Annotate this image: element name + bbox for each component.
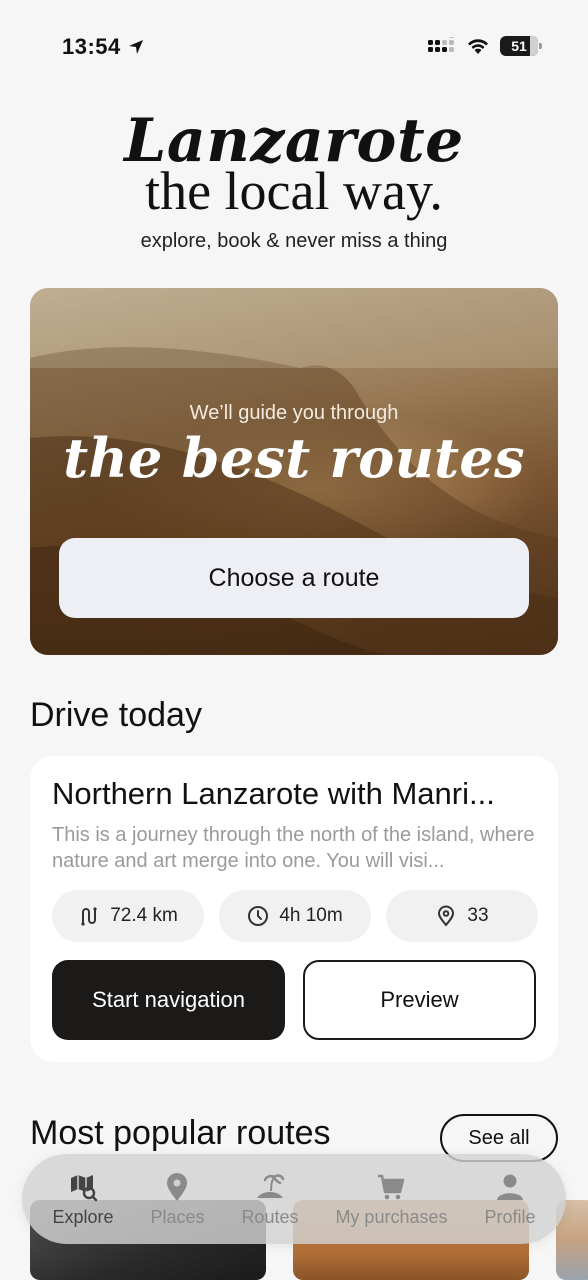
- choose-route-button[interactable]: Choose a route: [59, 538, 529, 618]
- drive-today-title: Drive today: [30, 696, 202, 734]
- person-icon: [496, 1174, 523, 1200]
- nav-explore[interactable]: Explore: [52, 1171, 114, 1228]
- nav-profile-label: Profile: [484, 1206, 536, 1227]
- route-title: Northern Lanzarote with Manri...: [52, 776, 495, 811]
- nav-places[interactable]: Places: [150, 1171, 204, 1228]
- duration-chip: 4h 10m: [219, 890, 371, 942]
- stops-value: 33: [467, 905, 489, 926]
- route-distance-icon: [81, 907, 97, 926]
- location-pin-icon: [167, 1172, 188, 1201]
- nav-routes-label: Routes: [241, 1206, 299, 1227]
- tagline: explore, book & never miss a thing: [140, 230, 448, 252]
- hero-subtitle: We’ll guide you through: [189, 402, 399, 424]
- duration-value: 4h 10m: [279, 905, 343, 926]
- map-search-icon: [70, 1174, 98, 1201]
- time-label: 13:54: [62, 34, 121, 59]
- nav-profile[interactable]: Profile: [484, 1171, 535, 1228]
- status-icons: 51: [428, 36, 542, 56]
- route-card[interactable]: Northern Lanzarote with Manri... This is…: [30, 756, 558, 1062]
- location-pin-icon: [438, 905, 455, 927]
- brand-subtitle: the local way.: [145, 161, 443, 221]
- status-time: 13:54: [62, 34, 145, 60]
- nav-routes[interactable]: Routes: [241, 1171, 298, 1228]
- location-arrow-icon: [128, 40, 143, 54]
- distance-chip: 72.4 km: [52, 890, 204, 942]
- nav-my-purchases[interactable]: My purchases: [335, 1171, 447, 1228]
- route-description: This is a journey through the north of t…: [52, 824, 535, 872]
- clock-icon: [248, 906, 269, 926]
- distance-value: 72.4 km: [110, 905, 178, 926]
- stops-chip: 33: [386, 890, 538, 942]
- bottom-nav: Explore Places Routes My purchases Profi…: [22, 1154, 566, 1244]
- nav-my-purchases-label: My purchases: [335, 1206, 448, 1227]
- status-bar: 13:54 51: [0, 0, 588, 96]
- nav-places-label: Places: [150, 1206, 205, 1227]
- hero-banner[interactable]: We’ll guide you through the best routes …: [30, 288, 558, 655]
- preview-button[interactable]: Preview: [303, 960, 536, 1040]
- cart-icon: [378, 1174, 405, 1199]
- battery-icon: 51: [500, 36, 542, 56]
- battery-level: 51: [511, 38, 527, 54]
- hero-title: the best routes: [63, 426, 525, 490]
- popular-routes-title: Most popular routes: [30, 1114, 331, 1152]
- nav-explore-label: Explore: [52, 1206, 114, 1227]
- start-navigation-button[interactable]: Start navigation: [52, 960, 285, 1040]
- wifi-icon: [468, 39, 488, 54]
- cellular-signal-icon: [428, 37, 454, 52]
- island-icon: [256, 1173, 285, 1198]
- route-stats: 72.4 km 4h 10m 33: [52, 890, 538, 942]
